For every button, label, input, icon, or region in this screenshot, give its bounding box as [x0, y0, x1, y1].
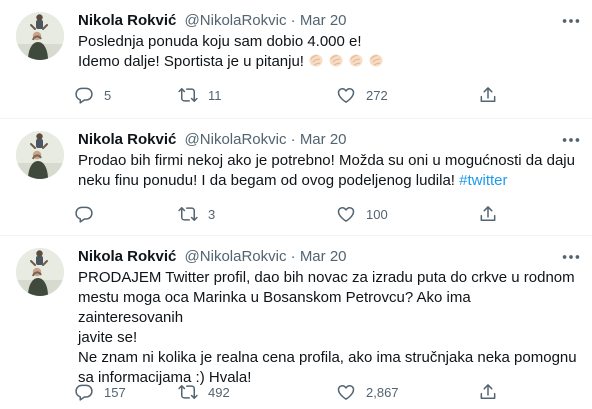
retweet-button[interactable]: 492 [178, 382, 230, 402]
tweet-actions: 3 100 [74, 204, 514, 224]
tweet-date[interactable]: Mar 20 [300, 131, 347, 148]
tweet-line: javite se! [78, 329, 138, 346]
share-button[interactable] [478, 382, 498, 402]
retweet-count: 492 [208, 384, 230, 400]
share-button[interactable] [478, 85, 498, 105]
tweet-text: PRODAJEM Twitter profil, dao bih novac z… [78, 268, 578, 388]
tweet-header: Nikola Rokvić @NikolaRokvic · Mar 20 [78, 247, 552, 267]
retweet-count: 11 [208, 87, 222, 103]
retweet-button[interactable]: 11 [178, 85, 222, 105]
like-icon [336, 382, 356, 402]
retweet-icon [178, 85, 198, 105]
like-icon [336, 85, 356, 105]
author-name[interactable]: Nikola Rokvić [78, 12, 176, 29]
separator-dot: · [290, 12, 296, 29]
avatar[interactable] [16, 248, 64, 296]
reply-button[interactable]: 5 [74, 85, 111, 105]
tweet-date[interactable]: Mar 20 [300, 12, 347, 29]
like-button[interactable]: 272 [336, 85, 388, 105]
tweet-actions: 5 11 272 [74, 85, 514, 105]
share-button[interactable] [478, 204, 498, 224]
more-icon[interactable] [560, 10, 582, 32]
like-button[interactable]: 100 [336, 204, 388, 224]
retweet-button[interactable]: 3 [178, 204, 215, 224]
tweet-1[interactable]: Nikola Rokvić @NikolaRokvic · Mar 20 Pos… [0, 0, 592, 119]
tweet-line: Prodao bih firmi nekoj ako je potrebno! … [78, 152, 575, 169]
reply-icon [74, 85, 94, 105]
reply-button[interactable] [74, 204, 104, 224]
tweet-line-with-emoji: Idemo dalje! Sportista je u pitanju! [78, 52, 578, 74]
share-icon [478, 85, 498, 105]
tweet-line-with-hashtag: neku finu ponudu! I da begam od ovog pod… [78, 171, 578, 191]
reply-count: 157 [104, 384, 126, 400]
tweet-3[interactable]: Nikola Rokvić @NikolaRokvic · Mar 20 PRO… [0, 236, 592, 409]
more-icon[interactable] [560, 129, 582, 151]
tweet-feed: Nikola Rokvić @NikolaRokvic · Mar 20 Pos… [0, 0, 592, 409]
like-icon [336, 204, 356, 224]
avatar[interactable] [16, 131, 64, 179]
tweet-line: mestu moga oca Marinka u Bosanskom Petro… [78, 289, 471, 326]
author-name[interactable]: Nikola Rokvić [78, 248, 176, 265]
hashtag-link[interactable]: #twitter [459, 172, 507, 189]
tweet-2[interactable]: Nikola Rokvić @NikolaRokvic · Mar 20 Pro… [0, 119, 592, 236]
avatar[interactable] [16, 12, 64, 60]
tweet-line: Idemo dalje! Sportista je u pitanju! [78, 53, 304, 70]
author-name[interactable]: Nikola Rokvić [78, 131, 176, 148]
share-icon [478, 204, 498, 224]
reply-icon [74, 382, 94, 402]
tweet-line: Poslednja ponuda koju sam dobio 4.000 e! [78, 33, 362, 50]
tweet-header: Nikola Rokvić @NikolaRokvic · Mar 20 [78, 130, 552, 150]
author-handle[interactable]: @NikolaRokvic [185, 131, 287, 148]
author-handle[interactable]: @NikolaRokvic [185, 248, 287, 265]
tweet-header: Nikola Rokvić @NikolaRokvic · Mar 20 [78, 11, 552, 31]
reply-count: 5 [104, 87, 112, 103]
tweet-actions: 157 492 2,867 [74, 382, 514, 402]
clap-emoji [308, 52, 384, 74]
like-count: 272 [366, 87, 388, 103]
separator-dot: · [290, 131, 296, 148]
tweet-text: Prodao bih firmi nekoj ako je potrebno! … [78, 151, 578, 191]
share-icon [478, 382, 498, 402]
retweet-icon [178, 204, 198, 224]
tweet-text: Poslednja ponuda koju sam dobio 4.000 e!… [78, 32, 578, 74]
retweet-count: 3 [208, 206, 216, 222]
like-button[interactable]: 2,867 [336, 382, 399, 402]
retweet-icon [178, 382, 198, 402]
tweet-line: Ne znam ni kolika je realna cena profila… [78, 349, 577, 366]
reply-button[interactable]: 157 [74, 382, 126, 402]
reply-icon [74, 204, 94, 224]
tweet-line: PRODAJEM Twitter profil, dao bih novac z… [78, 269, 575, 286]
more-icon[interactable] [560, 246, 582, 268]
separator-dot: · [290, 248, 296, 265]
tweet-date[interactable]: Mar 20 [300, 248, 347, 265]
tweet-line: neku finu ponudu! I da begam od ovog pod… [78, 172, 455, 189]
author-handle[interactable]: @NikolaRokvic [185, 12, 287, 29]
like-count: 100 [366, 206, 388, 222]
like-count: 2,867 [366, 384, 399, 400]
